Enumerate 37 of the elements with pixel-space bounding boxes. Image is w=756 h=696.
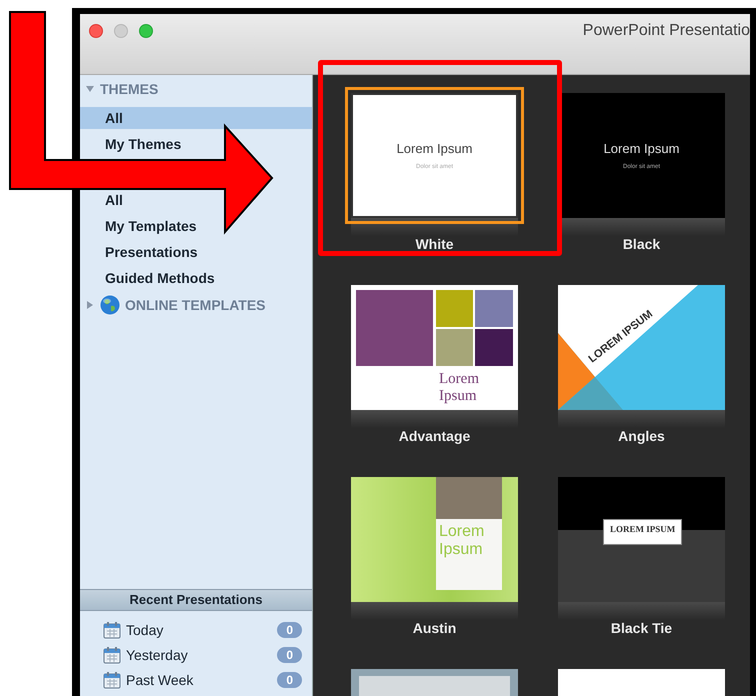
sidebar-item[interactable]: Today (126, 622, 164, 638)
window-title: PowerPoint Presentatio (582, 22, 750, 40)
slide-title: LOREM IPSUM (603, 519, 682, 545)
slide-title: Lorem Ipsum (439, 523, 486, 559)
sidebar-item[interactable]: Presentations (80, 241, 202, 263)
calendar-icon (103, 670, 121, 688)
count-badge: 0 (277, 622, 302, 638)
image-block (436, 477, 502, 519)
sidebar-item[interactable]: My Themes (80, 133, 186, 155)
sidebar-item[interactable]: All (80, 189, 127, 211)
sidebar-item[interactable]: My Templates (80, 215, 201, 237)
theme-thumbnail[interactable]: LOREM IPSUM (558, 477, 725, 602)
theme-name: Black Tie (610, 620, 672, 636)
theme-name: Angles (618, 428, 665, 444)
count-badge: 0 (277, 672, 302, 688)
theme-thumbnail[interactable]: Lorem Ipsum (351, 285, 518, 410)
section-header: Recent Presentations (80, 589, 312, 611)
slide-title: Lorem Ipsum (396, 141, 472, 156)
globe-icon (100, 295, 120, 315)
slide-title: Lorem Ipsum (604, 141, 680, 156)
zoom-icon[interactable] (139, 24, 153, 38)
slide-title: Lorem Ipsum (439, 371, 480, 405)
close-icon[interactable] (89, 24, 103, 38)
count-badge: 0 (277, 646, 302, 662)
calendar-icon (103, 646, 121, 664)
minimize-icon[interactable] (114, 24, 128, 38)
theme-name: Advantage (398, 428, 470, 444)
calendar-icon (103, 620, 121, 638)
triangle-down-icon[interactable] (85, 84, 95, 94)
theme-name: White (415, 236, 454, 252)
theme-name: Austin (412, 620, 456, 636)
sidebar-item[interactable]: Yesterday (126, 646, 188, 662)
sidebar-item[interactable]: Past Week (126, 672, 194, 688)
triangle-right-icon[interactable] (85, 300, 95, 310)
sidebar-item[interactable]: Guided Methods (80, 267, 219, 289)
theme-name: Black (622, 236, 660, 252)
sidebar-item[interactable]: All (80, 107, 312, 129)
